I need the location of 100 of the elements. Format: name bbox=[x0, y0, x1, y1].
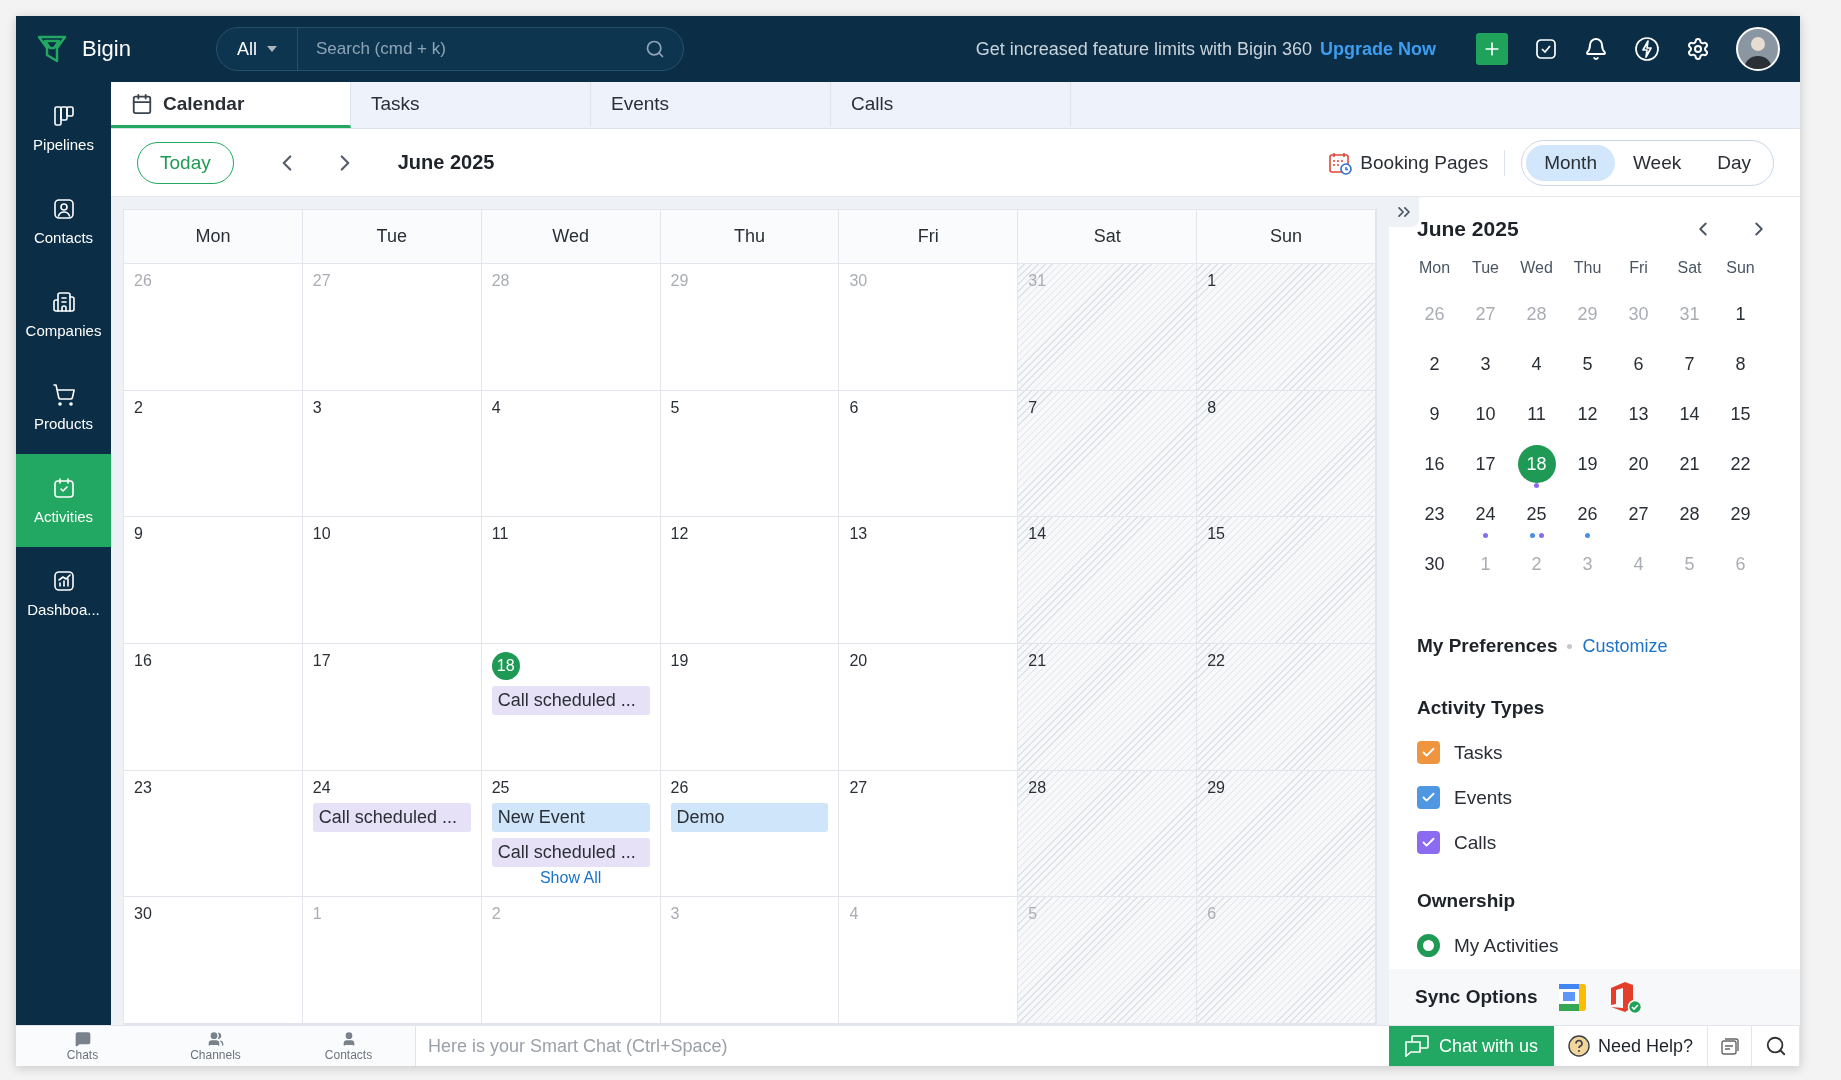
day-cell[interactable]: 14 bbox=[1018, 517, 1198, 644]
mini-day[interactable]: 4 bbox=[1517, 345, 1556, 383]
search-icon[interactable] bbox=[645, 39, 665, 59]
mini-day[interactable]: 11 bbox=[1517, 395, 1556, 433]
event-chip[interactable]: Call scheduled ... bbox=[491, 837, 650, 867]
search-scope-dropdown[interactable]: All bbox=[217, 28, 298, 70]
mini-day[interactable]: 18 bbox=[1517, 445, 1556, 483]
day-cell[interactable]: 20 bbox=[839, 644, 1019, 771]
mini-day[interactable]: 24 bbox=[1466, 495, 1505, 533]
mini-day[interactable]: 28 bbox=[1670, 495, 1709, 533]
mini-day[interactable]: 22 bbox=[1721, 445, 1760, 483]
search-field[interactable]: All Search (cmd + k) bbox=[216, 27, 684, 71]
office-app-icon[interactable] bbox=[1608, 980, 1643, 1014]
mini-day[interactable]: 6 bbox=[1619, 345, 1658, 383]
day-cell[interactable]: 27 bbox=[839, 770, 1019, 898]
collapse-button[interactable] bbox=[1389, 197, 1419, 227]
checkbox[interactable] bbox=[1417, 831, 1440, 854]
day-cell[interactable]: 15 bbox=[1197, 517, 1376, 644]
day-cell[interactable]: 12 bbox=[660, 517, 840, 644]
tab[interactable]: Calendar bbox=[111, 82, 351, 128]
upgrade-link[interactable]: Upgrade Now bbox=[1320, 38, 1436, 60]
mini-day[interactable]: 29 bbox=[1721, 495, 1760, 533]
add-button[interactable] bbox=[1476, 33, 1508, 65]
day-cell[interactable]: 6 bbox=[839, 390, 1019, 518]
tab[interactable]: Events bbox=[591, 82, 831, 128]
lightning-icon[interactable] bbox=[1634, 36, 1660, 62]
day-cell[interactable]: 8 bbox=[1197, 390, 1376, 518]
booking-pages-button[interactable]: Booking Pages bbox=[1322, 149, 1506, 176]
day-cell[interactable]: 22 bbox=[1197, 644, 1376, 771]
mini-day[interactable]: 27 bbox=[1619, 495, 1658, 533]
mini-day[interactable]: 7 bbox=[1670, 345, 1709, 383]
calendar-app-icon[interactable] bbox=[1559, 983, 1587, 1011]
day-cell[interactable]: 21 bbox=[1018, 644, 1198, 771]
show-all-link[interactable]: Show All bbox=[539, 868, 602, 887]
avatar[interactable] bbox=[1736, 27, 1780, 71]
day-cell[interactable]: 13 bbox=[839, 517, 1019, 644]
sidebar-item[interactable]: Pipelines bbox=[16, 82, 111, 175]
day-cell[interactable]: 30 bbox=[124, 897, 303, 1024]
day-cell[interactable]: 4 bbox=[481, 390, 661, 518]
radio-button[interactable] bbox=[1417, 934, 1440, 957]
checkbox[interactable] bbox=[1417, 741, 1440, 764]
day-cell[interactable]: 26 Demo bbox=[660, 770, 840, 898]
mini-day[interactable]: 15 bbox=[1721, 395, 1760, 433]
sidebar-item[interactable]: Contacts bbox=[16, 175, 111, 268]
mini-day[interactable]: 13 bbox=[1619, 395, 1658, 433]
mini-day[interactable]: 2 bbox=[1415, 345, 1454, 383]
checkbox[interactable] bbox=[1417, 786, 1440, 809]
mini-day[interactable]: 20 bbox=[1619, 445, 1658, 483]
day-cell[interactable]: 18 Call scheduled ... bbox=[481, 644, 661, 771]
mini-day[interactable]: 8 bbox=[1721, 345, 1760, 383]
day-cell[interactable]: 2 bbox=[124, 390, 303, 518]
day-cell[interactable]: 10 bbox=[302, 517, 482, 644]
day-cell[interactable]: 29 bbox=[1197, 770, 1376, 898]
today-button[interactable]: Today bbox=[137, 141, 234, 184]
view-toggle[interactable]: Month bbox=[1526, 144, 1615, 181]
sidebar-item[interactable]: Products bbox=[16, 361, 111, 454]
mini-day[interactable]: 23 bbox=[1415, 495, 1454, 533]
mini-day[interactable]: 3 bbox=[1466, 345, 1505, 383]
event-chip[interactable]: New Event bbox=[491, 802, 650, 832]
view-toggle[interactable]: Day bbox=[1699, 144, 1769, 181]
day-cell[interactable]: 11 bbox=[481, 517, 661, 644]
tab[interactable]: Tasks bbox=[351, 82, 591, 128]
need-help-button[interactable]: Need Help? bbox=[1553, 1026, 1708, 1066]
mini-day[interactable]: 5 bbox=[1568, 345, 1607, 383]
event-chip[interactable]: Demo bbox=[670, 802, 829, 832]
day-cell[interactable]: 25 New Event Call scheduled ... Show All bbox=[481, 770, 661, 898]
mini-day[interactable]: 25 bbox=[1517, 495, 1556, 533]
day-cell[interactable]: 16 bbox=[124, 644, 303, 771]
bottom-nav-item[interactable]: Channels bbox=[149, 1026, 282, 1066]
day-cell[interactable]: 1 bbox=[1197, 264, 1376, 391]
mini-day[interactable]: 21 bbox=[1670, 445, 1709, 483]
sidebar-item[interactable]: Companies bbox=[16, 268, 111, 361]
mini-day[interactable]: 10 bbox=[1466, 395, 1505, 433]
bottom-nav-item[interactable]: Contacts bbox=[282, 1026, 415, 1066]
event-chip[interactable]: Call scheduled ... bbox=[491, 686, 650, 715]
day-cell[interactable]: 9 bbox=[124, 517, 303, 644]
tab[interactable]: Calls bbox=[831, 82, 1071, 128]
smart-chat-field[interactable]: Here is your Smart Chat (Ctrl+Space) bbox=[415, 1026, 1389, 1066]
bottom-nav-item[interactable]: Chats bbox=[16, 1026, 149, 1066]
day-cell[interactable]: 5 bbox=[660, 390, 840, 518]
day-cell[interactable]: 19 bbox=[660, 644, 840, 771]
day-cell[interactable]: 28 bbox=[1018, 770, 1198, 898]
bell-icon[interactable] bbox=[1584, 37, 1608, 61]
view-toggle[interactable]: Week bbox=[1614, 144, 1700, 181]
mini-day[interactable]: 26 bbox=[1568, 495, 1607, 533]
mini-day[interactable]: 30 bbox=[1415, 545, 1454, 583]
customize-link[interactable]: Customize bbox=[1582, 635, 1668, 657]
day-cell[interactable]: 3 bbox=[302, 390, 482, 518]
settings-icon[interactable] bbox=[1686, 37, 1710, 61]
mini-day[interactable]: 16 bbox=[1415, 445, 1454, 483]
mini-day[interactable]: 9 bbox=[1415, 395, 1454, 433]
day-cell[interactable]: 24 Call scheduled ... bbox=[302, 770, 482, 898]
day-cell[interactable]: 17 bbox=[302, 644, 482, 771]
task-check-icon[interactable] bbox=[1534, 37, 1558, 61]
mini-day[interactable]: 17 bbox=[1466, 445, 1505, 483]
mini-day[interactable]: 14 bbox=[1670, 395, 1709, 433]
sidebar-item[interactable]: Dashboa... bbox=[16, 547, 111, 640]
search-icon[interactable] bbox=[1752, 1026, 1800, 1066]
day-cell[interactable]: 7 bbox=[1018, 390, 1198, 518]
mini-day[interactable]: 12 bbox=[1568, 395, 1607, 433]
